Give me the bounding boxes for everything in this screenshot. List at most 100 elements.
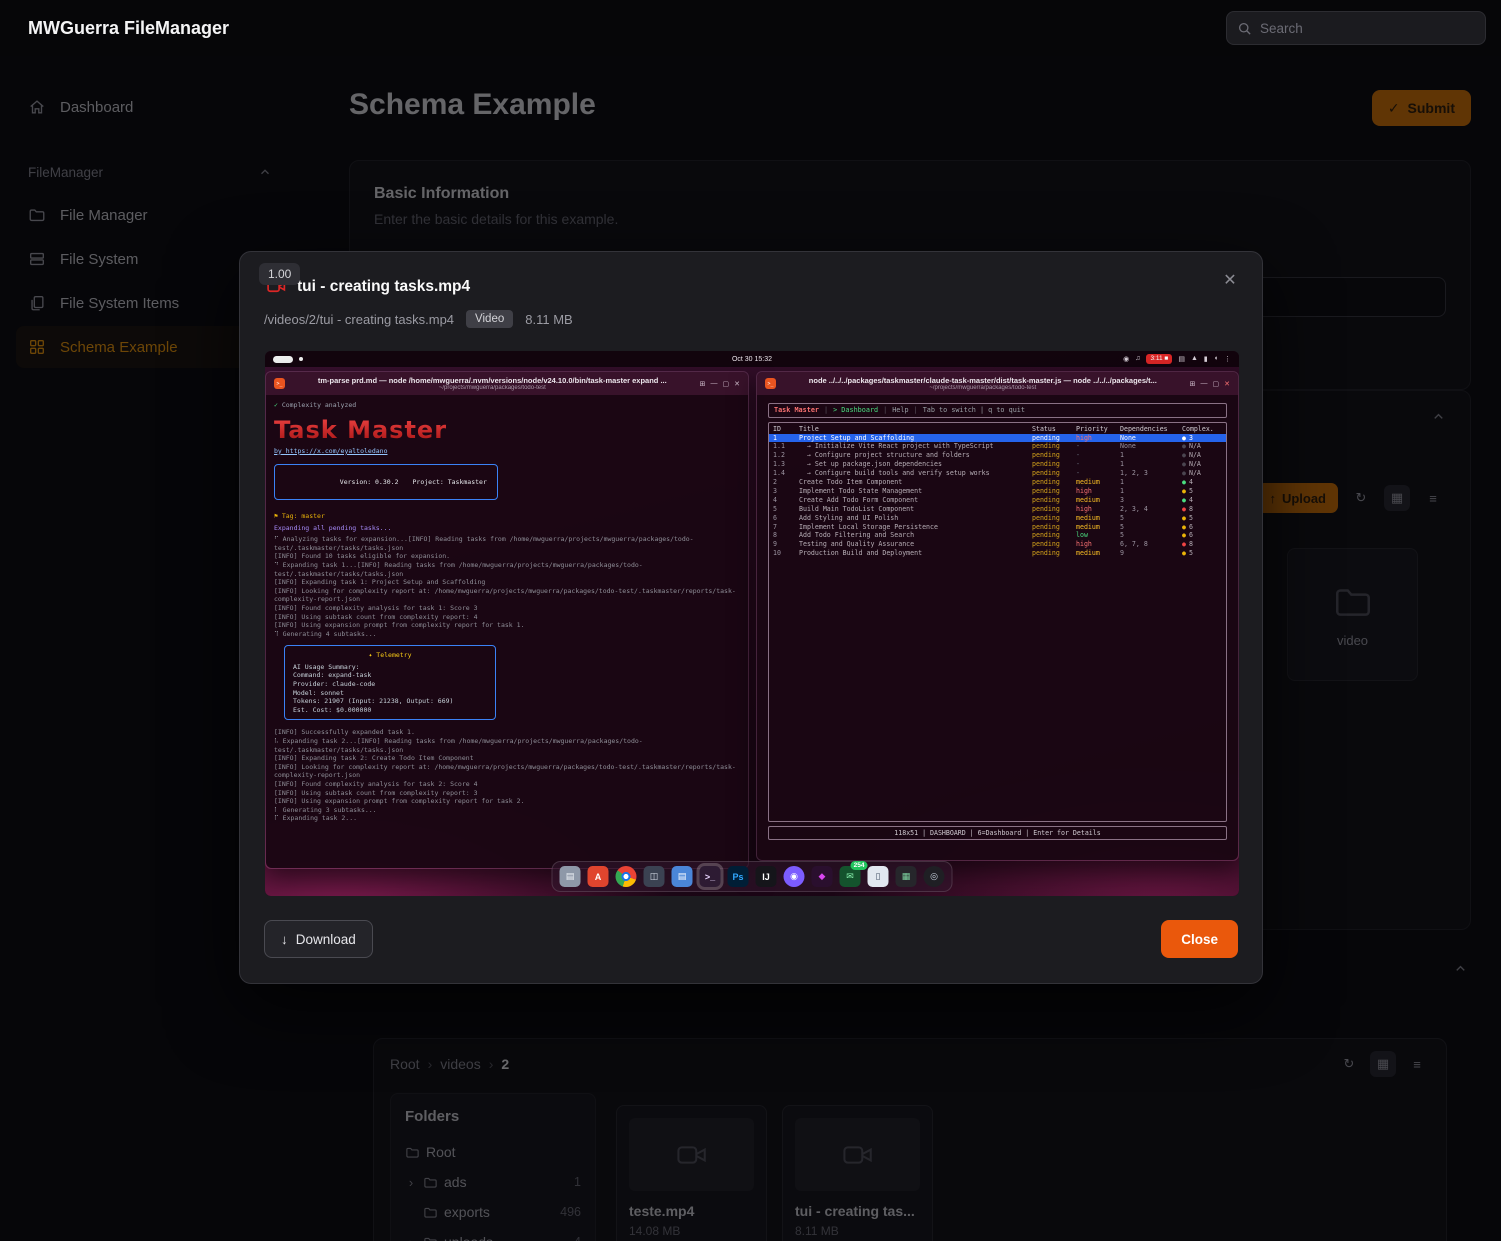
photoshop-icon: Ps (727, 866, 749, 887)
complexity-dot (1182, 540, 1186, 549)
telemetry-line: Est. Cost: $0.000000 (293, 705, 372, 714)
complexity-dot (1182, 442, 1186, 451)
notes-app-icon: ▤ (671, 866, 693, 887)
task-row: 8 Add Todo Filtering and Search pending … (769, 531, 1226, 540)
complexity-dot (1182, 549, 1186, 558)
app-screen: MWGuerra FileManager Dashboard FileManag… (0, 0, 1501, 1241)
topbar: MWGuerra FileManager (0, 0, 1501, 56)
terminal-app-icon: >_ (274, 378, 285, 389)
chat-app-icon: ✉ 254 (839, 861, 868, 887)
telemetry-line: Provider: claude-code (293, 680, 376, 689)
terminal-titles: tm-parse prd.md — node /home/mwguerra/.n… (291, 376, 694, 391)
screen-recording-badge: 3:11 ■ (1146, 354, 1173, 364)
airplay-icon: ▲ (1190, 355, 1198, 362)
video-frame-desktop: Oct 30 15:32 ◉ ♫ 3:11 ■ ▤ ▲ ▮ ◖ ⋮ >_ tm-… (265, 351, 1239, 896)
task-row: 1 Project Setup and Scaffolding pending … (769, 433, 1226, 443)
task-row: 1.2 → Configure project structure and fo… (769, 451, 1226, 460)
telemetry-box: ✦ Telemetry AI Usage Summary: Command: ex… (284, 645, 496, 721)
files-app-icon: ▤ (559, 866, 581, 887)
log-line: ⠋ Analyzing tasks for expansion...[INFO]… (274, 535, 694, 552)
terminal-subtitle: ~/projects/mwguerra/packages/todo-test (929, 385, 1037, 391)
menu-icon: ⋮ (1224, 356, 1231, 363)
notification-badge: 254 (850, 861, 868, 870)
task-row: 1.4 → Configure build tools and verify s… (769, 469, 1226, 478)
file-size: 8.11 MB (525, 311, 573, 327)
log-line: [INFO] Expanding task 2: Create Todo Ite… (274, 754, 474, 763)
terminal-titlebar: >_ tm-parse prd.md — node /home/mwguerra… (266, 372, 748, 395)
task-row: 5 Build Main TodoList Component pending … (769, 505, 1226, 514)
log-line: [INFO] Looking for complexity report at:… (274, 586, 736, 604)
playback-rate-badge: 1.00 (259, 263, 301, 285)
intellij-icon: IJ (755, 866, 777, 887)
window-control-icon: ✕ (1224, 380, 1230, 388)
menubar-clock: Oct 30 15:32 (731, 355, 773, 363)
complexity-dot (1182, 434, 1186, 443)
complexity-dot (1182, 478, 1186, 487)
menu-pill-icon (273, 355, 293, 363)
complexity-dot (1182, 487, 1186, 496)
terminal-window-right: >_ node ../../../packages/taskmaster/cla… (756, 371, 1239, 861)
loom-app-icon: ◉ (783, 866, 805, 887)
download-button[interactable]: ↓ Download (264, 920, 373, 958)
complexity-dot (1182, 505, 1186, 514)
file-path: /videos/2/tui - creating tasks.mp4 (264, 311, 455, 327)
log-line: ⠹ Generating 4 subtasks... (274, 629, 377, 638)
terminal-app-icon: >_ (765, 378, 776, 389)
task-row: 3 Implement Todo State Management pendin… (769, 487, 1226, 496)
log-line: ⠇ Generating 3 subtasks... (274, 805, 377, 814)
terminal-titles: node ../../../packages/taskmaster/claude… (782, 376, 1184, 391)
status-line: ✓ Complexity analyzed (274, 401, 357, 409)
search-input[interactable] (1260, 20, 1475, 36)
menubar-status-icons: ◉ ♫ 3:11 ■ ▤ ▲ ▮ ◖ ⋮ (1123, 354, 1231, 364)
audio-icon: ♫ (1135, 355, 1141, 362)
desktop-dock: ▤ A ◫ ▤ >_ Ps IJ ◉ ◆ ✉ 254 ▯ ▦ ◎ (551, 861, 953, 892)
video-player[interactable]: Oct 30 15:32 ◉ ♫ 3:11 ■ ▤ ▲ ▮ ◖ ⋮ >_ tm-… (265, 351, 1239, 896)
terminal-title: node ../../../packages/taskmaster/claude… (808, 376, 1157, 385)
window-control-icon: ▢ (1212, 380, 1220, 388)
camera-icon: ◉ (1123, 356, 1130, 363)
telemetry-line: Model: sonnet (293, 688, 344, 697)
task-row: 4 Create Add Todo Form Component pending… (769, 496, 1226, 505)
log-block: ⠋ Analyzing tasks for expansion...[INFO]… (274, 535, 740, 638)
window-control-icon: — (710, 379, 718, 387)
terminal-output: ✓ Complexity analyzed Task Master by htt… (266, 395, 748, 868)
task-row: 9 Testing and Quality Assurance pending … (769, 540, 1226, 549)
taskmaster-logo: Task Master (274, 415, 740, 445)
desktop-menubar: Oct 30 15:32 ◉ ♫ 3:11 ■ ▤ ▲ ▮ ◖ ⋮ (265, 351, 1239, 367)
tui-dashboard: Task Master | > Dashboard | Help | Tab t… (757, 395, 1238, 860)
app-title: MWGuerra FileManager (28, 17, 230, 38)
log-block: [INFO] Successfully expanded task 1. ⠧ Ex… (274, 728, 740, 823)
log-line: [INFO] Looking for complexity report at:… (274, 762, 736, 780)
task-row: 1.3 → Set up package.json dependencies p… (769, 460, 1226, 469)
complexity-dot (1182, 496, 1186, 505)
download-icon: ↓ (281, 931, 288, 947)
close-button[interactable]: Close (1161, 920, 1238, 958)
window-control-icon: ⊞ (699, 380, 706, 388)
complexity-dot (1182, 460, 1186, 469)
task-table-rows: 1 Project Setup and Scaffolding pending … (769, 433, 1226, 559)
task-row: 6 Add Styling and UI Polish pending medi… (769, 514, 1226, 523)
log-line: [INFO] Using subtask count from complexi… (274, 612, 478, 621)
tag-line: ⚑ Tag: master (274, 511, 325, 520)
window-controls: ⊞ — ▢ ✕ (1190, 380, 1230, 388)
log-line: [INFO] Using expansion prompt from compl… (274, 621, 525, 630)
file-preview-modal: 1.00 tui - creating tasks.mp4 ✕ /videos/… (239, 251, 1263, 984)
task-table-header: ID Title Status Priority Dependencies Co… (773, 424, 1214, 433)
task-row: 1.1 → Initialize Vite React project with… (769, 442, 1226, 451)
menubar-icons-right: ▤ ▲ ▮ ◖ ⋮ (1178, 355, 1231, 363)
search-box[interactable] (1226, 11, 1486, 45)
complexity-dot (1182, 451, 1186, 460)
terminal-title: tm-parse prd.md — node /home/mwguerra/.n… (317, 376, 667, 385)
close-icon[interactable]: ✕ (1216, 266, 1244, 294)
modal-subheader: /videos/2/tui - creating tasks.mp4 Video… (264, 310, 573, 328)
version-box: Version: 0.30.2 Project: Taskmaster (274, 464, 498, 500)
complexity-dot (1182, 469, 1186, 478)
phone-app-icon: ▯ (867, 866, 889, 887)
telemetry-line: Command: expand-task (293, 671, 372, 680)
complexity-dot (1182, 531, 1186, 540)
display-icon: ▤ (1178, 356, 1185, 363)
tui-header-bar: Task Master | > Dashboard | Help | Tab t… (768, 403, 1227, 418)
battery-icon: ▮ (1203, 356, 1208, 363)
expand-line: Expanding all pending tasks... (274, 523, 392, 532)
log-line: [INFO] Found complexity analysis for tas… (274, 780, 478, 788)
